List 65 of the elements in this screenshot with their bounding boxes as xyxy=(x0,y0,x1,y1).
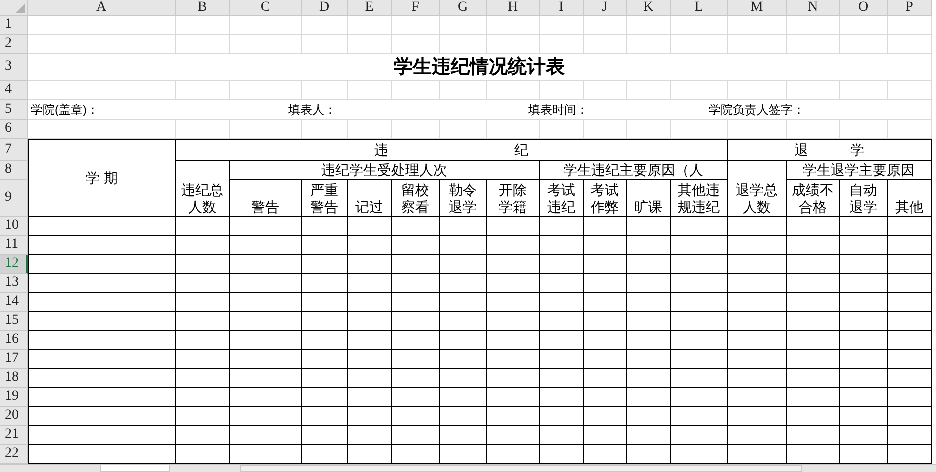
row-header[interactable]: 5 xyxy=(0,100,28,120)
column-heading: 留校察看 xyxy=(392,180,440,217)
column-heading: 违 纪 xyxy=(176,139,728,161)
column-header[interactable]: J xyxy=(584,0,627,16)
column-heading: 学 期 xyxy=(28,139,176,217)
column-heading: 学生违纪主要原因（人 xyxy=(540,161,728,180)
column-heading: 考试违纪 xyxy=(540,180,584,217)
column-heading: 违纪总人数 xyxy=(176,161,230,217)
form-label: 填表时间： xyxy=(528,102,590,118)
column-header[interactable]: O xyxy=(840,0,888,16)
column-header[interactable]: B xyxy=(176,0,230,16)
row-header[interactable]: 10 xyxy=(0,217,28,236)
row-header[interactable]: 2 xyxy=(0,35,28,54)
column-header[interactable]: G xyxy=(440,0,487,16)
column-header[interactable]: E xyxy=(348,0,392,16)
row-header[interactable]: 12 xyxy=(0,255,28,274)
column-heading: 旷课 xyxy=(627,180,671,217)
row-header[interactable]: 19 xyxy=(0,388,28,407)
row-header[interactable]: 20 xyxy=(0,407,28,426)
column-heading: 警告 xyxy=(230,180,302,217)
row-header[interactable]: 7 xyxy=(0,139,28,161)
column-header[interactable]: N xyxy=(787,0,840,16)
column-heading: 成绩不合格 xyxy=(787,180,840,217)
row-header[interactable]: 4 xyxy=(0,81,28,100)
column-header[interactable]: F xyxy=(392,0,440,16)
column-heading: 开除学籍 xyxy=(487,180,540,217)
sheet-title: 学生违纪情况统计表 xyxy=(28,54,932,81)
column-heading: 严重警告 xyxy=(302,180,348,217)
row-header[interactable]: 11 xyxy=(0,236,28,255)
row-header[interactable]: 1 xyxy=(0,16,28,35)
column-heading: 勒令退学 xyxy=(440,180,487,217)
column-heading: 考试作弊 xyxy=(584,180,627,217)
column-header[interactable]: P xyxy=(888,0,932,16)
column-header[interactable]: I xyxy=(540,0,584,16)
form-label: 学院负责人签字： xyxy=(708,102,806,118)
row-header[interactable]: 21 xyxy=(0,426,28,445)
column-heading: 退学总人数 xyxy=(728,161,787,217)
row-header[interactable]: 15 xyxy=(0,312,28,331)
column-heading: 其他 xyxy=(888,180,932,217)
column-heading: 学生退学主要原因 xyxy=(787,161,932,180)
column-heading: 其他违规违纪 xyxy=(671,180,728,217)
row-header[interactable]: 17 xyxy=(0,350,28,369)
row-header[interactable]: 3 xyxy=(0,54,28,81)
column-header[interactable]: K xyxy=(627,0,671,16)
column-heading: 违纪学生受处理人次 xyxy=(230,161,540,180)
column-header[interactable]: A xyxy=(28,0,176,16)
row-header[interactable]: 16 xyxy=(0,331,28,350)
column-heading: 自动退学 xyxy=(840,180,888,217)
column-header[interactable]: L xyxy=(671,0,728,16)
column-header[interactable]: C xyxy=(230,0,302,16)
row-header[interactable]: 18 xyxy=(0,369,28,388)
row-header[interactable]: 22 xyxy=(0,445,28,464)
column-header[interactable]: H xyxy=(487,0,540,16)
form-label: 填表人： xyxy=(288,102,338,118)
form-label: 学院(盖章)： xyxy=(30,102,100,118)
row-header[interactable]: 14 xyxy=(0,293,28,312)
row-header[interactable]: 8 xyxy=(0,161,28,180)
column-header[interactable]: D xyxy=(302,0,348,16)
horizontal-scrollbar[interactable] xyxy=(240,465,802,472)
column-header[interactable]: M xyxy=(728,0,787,16)
column-heading: 退 学 xyxy=(728,139,932,161)
row-header[interactable]: 9 xyxy=(0,180,28,217)
column-heading: 记过 xyxy=(348,180,392,217)
row-header[interactable]: 13 xyxy=(0,274,28,293)
row-header[interactable]: 6 xyxy=(0,120,28,139)
